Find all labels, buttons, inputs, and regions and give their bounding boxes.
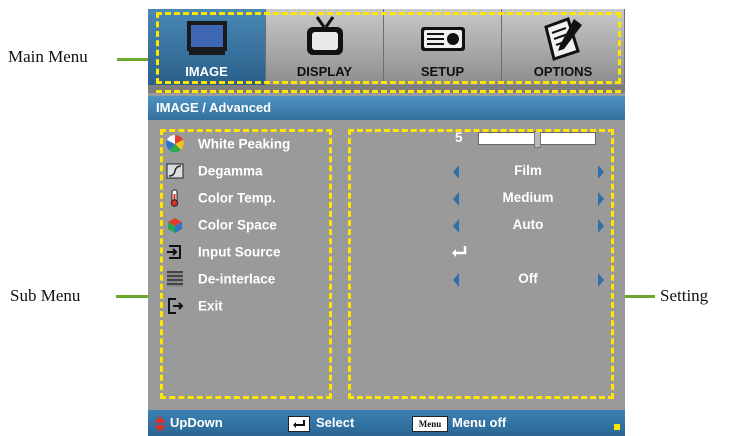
setting-highlight: [348, 129, 614, 399]
footer-menu-off-label: Menu off: [452, 415, 507, 430]
footer-select-label: Select: [316, 415, 355, 430]
main-menu-highlight: [156, 12, 621, 84]
sub-menu-highlight: [160, 129, 332, 399]
sub-menu-callout-label: Sub Menu: [10, 286, 81, 305]
breadcrumb-highlight-line: [156, 90, 621, 93]
footer-updown: UpDown: [154, 410, 223, 436]
footer-menu-off: Menu Menu off: [412, 410, 506, 436]
setting-callout-label: Setting: [660, 286, 709, 305]
breadcrumb: IMAGE / Advanced: [148, 96, 625, 120]
menu-key-icon: Menu: [412, 415, 448, 432]
main-menu-callout-label: Main Menu: [8, 47, 88, 66]
footer-select: Select: [288, 410, 354, 436]
corner-indicator: [614, 424, 620, 430]
footer-updown-label: UpDown: [170, 415, 223, 430]
enter-key-icon: [288, 415, 310, 432]
osd-panel: IMAGE DISPLAY SETUP OPTIONS IMAGE / Adva…: [148, 9, 625, 436]
updown-arrows-icon: [154, 415, 166, 432]
footer-bar: UpDown Select Menu Menu off: [148, 410, 625, 436]
